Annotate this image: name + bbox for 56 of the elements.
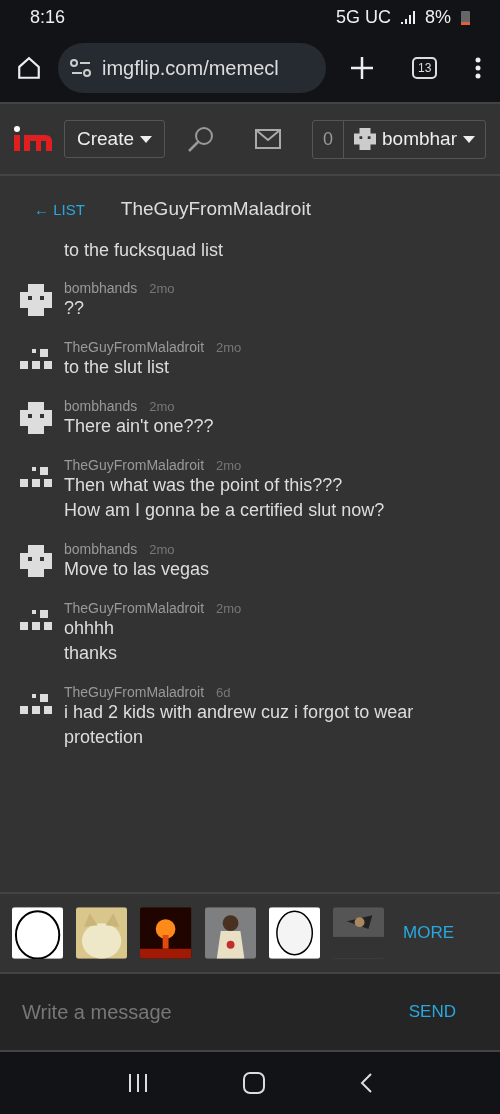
- user-menu-button[interactable]: bombhar: [344, 120, 485, 158]
- message-time: 2mo: [149, 542, 175, 557]
- message-text: Move to las vegas: [64, 558, 210, 581]
- message-author: TheGuyFromMaladroit: [64, 339, 205, 355]
- message-text: There ain't one???: [64, 415, 214, 438]
- recent-apps-icon[interactable]: [127, 1074, 148, 1092]
- avatar-icon: [20, 402, 52, 434]
- more-button[interactable]: MORE: [397, 922, 461, 944]
- message-time: 6d: [216, 685, 231, 700]
- back-link[interactable]: ← LIST: [34, 200, 85, 218]
- message-author: TheGuyFromMaladroit: [64, 684, 205, 700]
- logo-icon[interactable]: [14, 125, 52, 153]
- message-time: 2mo: [149, 281, 175, 296]
- battery-label: 8%: [425, 6, 451, 28]
- network-label: 5G UC: [335, 6, 391, 28]
- caret-icon: [463, 135, 475, 143]
- search-icon[interactable]: [187, 125, 216, 153]
- message-time: 2mo: [216, 601, 242, 616]
- caret-icon: [140, 135, 153, 143]
- avatar-icon: [20, 284, 52, 316]
- message-input[interactable]: Write a message: [20, 999, 403, 1025]
- message-text: ??: [64, 297, 86, 320]
- message-author: bombhands: [64, 398, 138, 414]
- message-time: 2mo: [149, 399, 175, 414]
- message-text: How am I gonna be a certified slut now?: [64, 499, 385, 522]
- battery-icon: [461, 9, 470, 25]
- message-text: i had 2 kids with andrew cuz i forgot to wear protection: [64, 701, 415, 749]
- send-button[interactable]: SEND: [402, 1001, 462, 1023]
- mail-icon[interactable]: [255, 129, 282, 149]
- chat-partner-name: TheGuyFromMaladroit: [120, 198, 311, 220]
- home-icon[interactable]: [243, 1072, 265, 1094]
- url-bar[interactable]: imgflip.com/memecl: [58, 43, 326, 93]
- message-author: bombhands: [64, 280, 138, 296]
- message-text: Then what was the point of this???: [64, 474, 344, 497]
- message-text: ohhhh: [64, 617, 116, 640]
- plus-icon[interactable]: [350, 56, 374, 80]
- menu-icon[interactable]: [475, 57, 482, 79]
- create-button[interactable]: Create: [64, 120, 166, 158]
- notification-count[interactable]: 0: [313, 120, 344, 158]
- avatar-icon: [20, 545, 52, 577]
- message-time: 2mo: [216, 340, 242, 355]
- message-time: 2mo: [216, 458, 242, 473]
- back-icon[interactable]: [360, 1073, 373, 1093]
- message-author: bombhands: [64, 541, 138, 557]
- message-text: thanks: [64, 642, 119, 665]
- message-text: to the fucksquad list: [64, 242, 224, 260]
- tab-count[interactable]: 13: [412, 57, 438, 79]
- status-time: 8:16: [30, 6, 66, 28]
- message-author: TheGuyFromMaladroit: [64, 600, 205, 616]
- message-author: TheGuyFromMaladroit: [64, 457, 205, 473]
- home-icon[interactable]: [16, 55, 42, 81]
- avatar-icon: [354, 128, 376, 150]
- url-text: imgflip.com/memecl: [102, 56, 279, 80]
- message-text: to the slut list: [64, 356, 171, 379]
- site-settings-icon[interactable]: [70, 59, 92, 77]
- signal-icon: [401, 10, 415, 24]
